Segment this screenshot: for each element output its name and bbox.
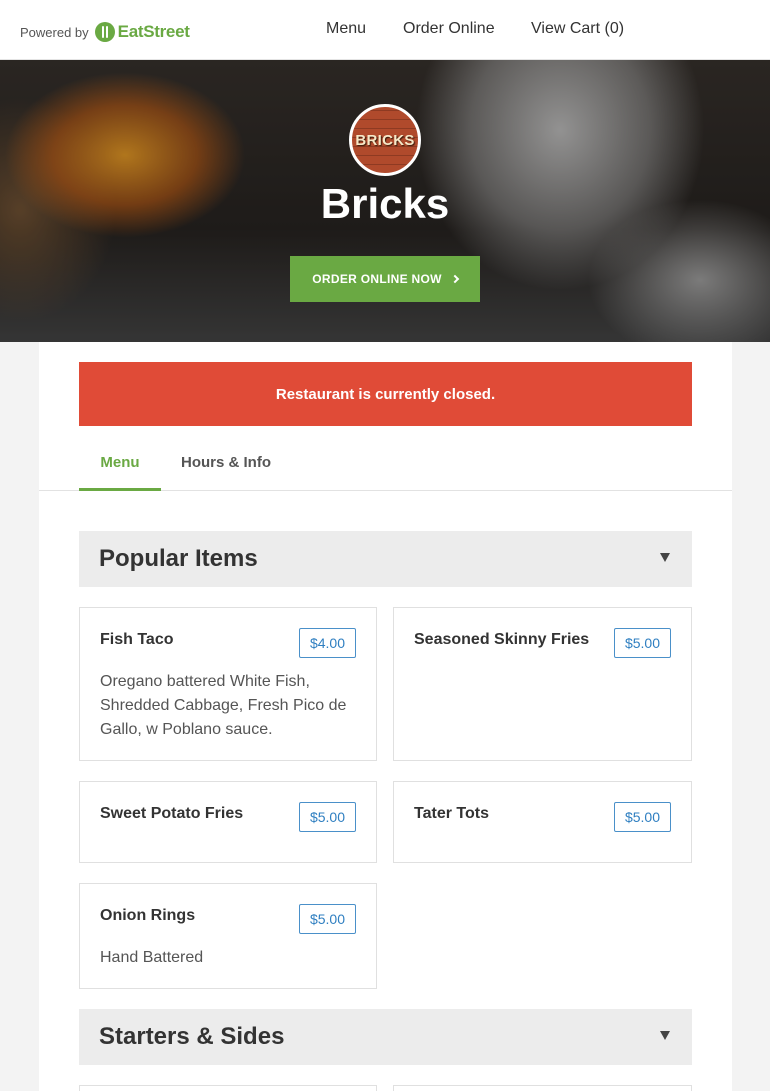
menu-item-card-partial[interactable]	[393, 1085, 692, 1091]
caret-down-icon[interactable]	[660, 553, 670, 562]
item-description: Oregano battered White Fish, Shredded Ca…	[100, 673, 347, 738]
closed-alert: Restaurant is currently closed.	[79, 362, 692, 426]
menu-item-fish-taco[interactable]: Fish Taco $4.00 Oregano battered White F…	[79, 607, 377, 761]
nav-menu-link[interactable]: Menu	[326, 20, 366, 38]
powered-by-label: Powered by	[20, 24, 89, 40]
caret-down-icon[interactable]	[660, 1031, 670, 1040]
section-header-popular-items[interactable]: Popular Items	[79, 531, 692, 587]
item-price-button[interactable]: $5.00	[298, 904, 356, 934]
section-title: Starters & Sides	[99, 1023, 285, 1050]
section-title: Popular Items	[99, 545, 258, 572]
item-description: Hand Battered	[100, 949, 204, 966]
item-price-button[interactable]: $5.00	[613, 802, 671, 832]
hero-banner: BRICKS Bricks ORDER ONLINE NOW	[0, 60, 770, 342]
item-name: Seasoned Skinny Fries	[414, 631, 590, 648]
order-online-now-label: ORDER ONLINE NOW	[312, 272, 442, 286]
item-name: Tater Tots	[414, 805, 489, 822]
menu-tabs: Menu Hours & Info	[39, 446, 732, 491]
eatstreet-brand-text: EatStreet	[117, 22, 190, 41]
item-price-button[interactable]: $5.00	[613, 628, 671, 658]
restaurant-name: Bricks	[320, 180, 450, 227]
top-navigation-bar: Powered by EatStreet Menu Order Online V…	[0, 0, 770, 60]
item-name: Sweet Potato Fries	[100, 805, 244, 822]
item-price-button[interactable]: $5.00	[298, 802, 356, 832]
menu-item-tater-tots[interactable]: Tater Tots $5.00	[393, 781, 692, 863]
eatstreet-logo-icon	[94, 22, 115, 42]
menu-item-onion-rings[interactable]: Onion Rings $5.00 Hand Battered	[79, 883, 377, 989]
restaurant-logo: BRICKS	[349, 104, 421, 176]
menu-item-sweet-potato-fries[interactable]: Sweet Potato Fries $5.00	[79, 781, 377, 863]
section-header-starters-sides[interactable]: Starters & Sides	[79, 1009, 692, 1065]
nav-view-cart-link[interactable]: View Cart (0)	[531, 20, 624, 38]
tab-hours-info[interactable]: Hours & Info	[181, 446, 271, 491]
closed-alert-text: Restaurant is currently closed.	[275, 385, 496, 403]
powered-by[interactable]: Powered by EatStreet	[20, 22, 190, 42]
nav-order-online-link[interactable]: Order Online	[403, 20, 495, 38]
menu-item-card-partial[interactable]	[79, 1085, 377, 1091]
item-name: Fish Taco	[100, 631, 174, 648]
item-price-button[interactable]: $4.00	[298, 628, 356, 658]
restaurant-logo-text: BRICKS	[355, 131, 415, 149]
menu-card: Restaurant is currently closed. Menu Hou…	[39, 342, 732, 1091]
order-online-now-button[interactable]: ORDER ONLINE NOW	[290, 256, 480, 302]
item-name: Onion Rings	[100, 907, 196, 924]
chevron-right-icon	[450, 274, 459, 284]
eatstreet-logo[interactable]: EatStreet	[94, 22, 190, 42]
tab-menu[interactable]: Menu	[79, 446, 161, 491]
menu-item-seasoned-skinny-fries[interactable]: Seasoned Skinny Fries $5.00	[393, 607, 692, 761]
